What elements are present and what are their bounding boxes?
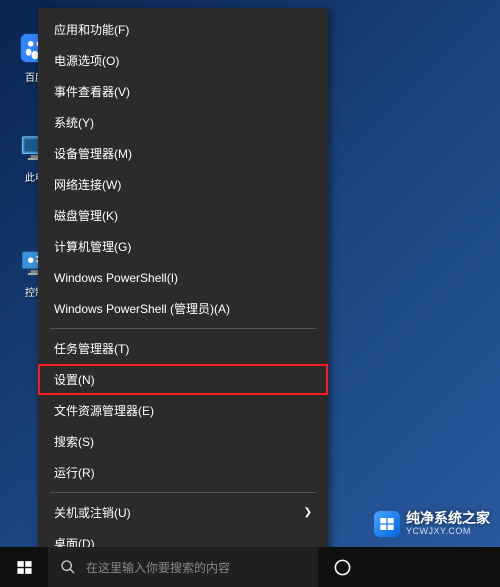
menu-item-label: 系统(Y) bbox=[54, 114, 94, 131]
menu-item-label: 搜索(S) bbox=[54, 433, 94, 450]
menu-item-shutdown-signout[interactable]: 关机或注销(U) ❯ bbox=[38, 497, 328, 528]
desktop: 百度 此电 控制 应用和功能(F) 电源选项(O) 事件查看器(V) 系统(Y)… bbox=[0, 0, 500, 587]
menu-item-apps-features[interactable]: 应用和功能(F) bbox=[38, 14, 328, 45]
menu-item-file-explorer[interactable]: 文件资源管理器(E) bbox=[38, 395, 328, 426]
menu-item-computer-management[interactable]: 计算机管理(G) bbox=[38, 231, 328, 262]
windows-logo-icon bbox=[16, 559, 33, 576]
watermark-title: 纯净系统之家 bbox=[406, 511, 490, 526]
menu-item-label: Windows PowerShell(I) bbox=[54, 271, 178, 285]
watermark-url: YCWJXY.COM bbox=[406, 527, 490, 537]
menu-item-label: 磁盘管理(K) bbox=[54, 207, 118, 224]
menu-item-label: 网络连接(W) bbox=[54, 176, 121, 193]
menu-item-disk-management[interactable]: 磁盘管理(K) bbox=[38, 200, 328, 231]
menu-item-label: 任务管理器(T) bbox=[54, 340, 129, 357]
start-button[interactable] bbox=[0, 547, 48, 587]
watermark: 纯净系统之家 YCWJXY.COM bbox=[374, 511, 490, 537]
menu-item-label: 计算机管理(G) bbox=[54, 238, 131, 255]
cortana-button[interactable] bbox=[318, 547, 366, 587]
menu-separator bbox=[50, 328, 316, 329]
menu-item-device-manager[interactable]: 设备管理器(M) bbox=[38, 138, 328, 169]
menu-item-network-connections[interactable]: 网络连接(W) bbox=[38, 169, 328, 200]
menu-item-task-manager[interactable]: 任务管理器(T) bbox=[38, 333, 328, 364]
menu-item-label: 设备管理器(M) bbox=[54, 145, 132, 162]
taskbar-search-box[interactable]: 在这里输入你要搜索的内容 bbox=[48, 547, 318, 587]
menu-item-label: Windows PowerShell (管理员)(A) bbox=[54, 300, 230, 317]
menu-item-label: 文件资源管理器(E) bbox=[54, 402, 154, 419]
menu-item-powershell-admin[interactable]: Windows PowerShell (管理员)(A) bbox=[38, 293, 328, 324]
taskbar: 在这里输入你要搜索的内容 bbox=[0, 547, 500, 587]
menu-item-label: 关机或注销(U) bbox=[54, 504, 131, 521]
menu-item-label: 电源选项(O) bbox=[54, 52, 119, 69]
menu-item-label: 设置(N) bbox=[54, 371, 95, 388]
menu-item-power-options[interactable]: 电源选项(O) bbox=[38, 45, 328, 76]
watermark-logo-icon bbox=[374, 511, 400, 537]
cortana-icon bbox=[333, 558, 352, 577]
menu-item-search[interactable]: 搜索(S) bbox=[38, 426, 328, 457]
menu-item-system[interactable]: 系统(Y) bbox=[38, 107, 328, 138]
menu-item-label: 应用和功能(F) bbox=[54, 21, 129, 38]
chevron-right-icon: ❯ bbox=[304, 507, 312, 518]
menu-separator bbox=[50, 492, 316, 493]
search-icon bbox=[60, 559, 76, 575]
winx-context-menu: 应用和功能(F) 电源选项(O) 事件查看器(V) 系统(Y) 设备管理器(M)… bbox=[38, 8, 328, 565]
menu-item-event-viewer[interactable]: 事件查看器(V) bbox=[38, 76, 328, 107]
menu-item-run[interactable]: 运行(R) bbox=[38, 457, 328, 488]
menu-item-label: 运行(R) bbox=[54, 464, 95, 481]
menu-item-settings[interactable]: 设置(N) bbox=[38, 364, 328, 395]
menu-item-powershell[interactable]: Windows PowerShell(I) bbox=[38, 262, 328, 293]
menu-item-label: 事件查看器(V) bbox=[54, 83, 130, 100]
search-placeholder: 在这里输入你要搜索的内容 bbox=[86, 559, 230, 576]
